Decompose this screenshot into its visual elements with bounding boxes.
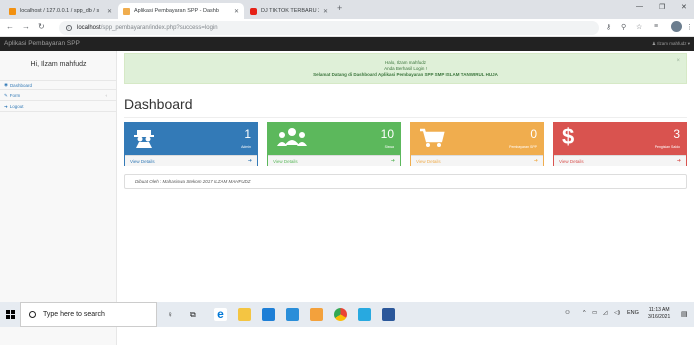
maximize-icon[interactable]: ❐ (659, 3, 665, 11)
clock[interactable]: 11:13 AM 3/16/2021 (648, 307, 670, 321)
chevron-up-icon[interactable]: ^ (583, 310, 586, 316)
task-view-icon[interactable]: ⧉ (190, 310, 196, 320)
windows-icon (5, 310, 15, 319)
panel-admin: 1 Admin View Details ➜ (124, 122, 258, 166)
address-bar[interactable]: i localhost /spp_pembayaran/index.php?su… (59, 21, 599, 35)
menu-icon[interactable]: ⋮ (686, 23, 693, 31)
profile-avatar[interactable] (671, 21, 682, 32)
photos-icon[interactable] (358, 308, 371, 321)
close-tab-icon[interactable]: ✕ (323, 8, 328, 15)
key-icon[interactable]: ⚷ (606, 23, 611, 31)
page-title: Dashboard (124, 96, 193, 112)
zoom-icon[interactable]: ⚲ (621, 23, 626, 31)
app-navbar: Aplikasi Pembayaran SPP ♟ Ilzam mahfudz … (0, 37, 694, 51)
close-alert-icon[interactable]: × (676, 58, 680, 64)
volume-icon[interactable]: ◁) (614, 310, 620, 316)
arrow-circle-right-icon: ➜ (247, 158, 252, 164)
file-explorer-icon[interactable] (238, 308, 251, 321)
taskbar-search[interactable]: Type here to search (20, 302, 157, 327)
sidebar: Hi, Ilzam mahfudz ◉ Dashboard ✎ Form ‹ ➜… (0, 51, 117, 345)
panel-siswa: 10 Siswa View Details ➜ (267, 122, 401, 166)
footer-note: Dibuat Oleh : Mahasiswa Stekom 2017 ILZA… (124, 174, 687, 189)
reading-list-icon[interactable]: ≡ (654, 23, 658, 30)
view-details-admin[interactable]: View Details ➜ (125, 155, 257, 166)
windows-taskbar: Type here to search ♀ ⧉ e ⚇ ^ ▭ ◿ ◁) ENG… (0, 302, 694, 327)
minimize-icon[interactable]: — (636, 3, 643, 10)
edit-icon: ✎ (4, 92, 8, 98)
notification-icon[interactable]: ▤ (681, 310, 688, 318)
reload-icon[interactable]: ↻ (38, 22, 45, 31)
close-window-icon[interactable]: ✕ (681, 3, 687, 11)
close-tab-icon[interactable]: ✕ (234, 8, 239, 15)
sidebar-item-form[interactable]: ✎ Form ‹ (0, 91, 117, 101)
star-icon[interactable]: ☆ (636, 23, 642, 31)
panel-saldo: $ 3 Pengisian Saldo View Details ➜ (553, 122, 687, 166)
app-favicon-icon (123, 7, 130, 15)
people-icon[interactable]: ⚇ (565, 310, 570, 316)
browser-tab-strip: localhost / 127.0.0.1 / spp_db / s ✕ Apl… (0, 0, 694, 19)
app-brand[interactable]: Aplikasi Pembayaran SPP (4, 40, 80, 47)
browser-toolbar: ← → ↻ i localhost /spp_pembayaran/index.… (0, 19, 694, 37)
arrow-circle-right-icon: ➜ (676, 158, 681, 164)
success-alert: Halo, Ilzam mahfudz Anda Berhasil Login … (124, 53, 687, 84)
dashboard-icon: ◉ (4, 82, 8, 87)
dollar-icon: $ (562, 124, 575, 149)
chevron-left-icon: ‹ (105, 93, 108, 98)
browser-tab-youtube[interactable]: DJ TIKTOK TERBARU 2021 - ✕ (245, 3, 333, 19)
new-tab-button[interactable]: + (337, 3, 342, 13)
start-button[interactable] (0, 302, 20, 327)
arrow-circle-right-icon: ➜ (533, 158, 538, 164)
sidebar-item-logout[interactable]: ➜ Logout (0, 102, 117, 112)
word-icon[interactable] (382, 308, 395, 321)
phpmyadmin-icon (9, 7, 16, 15)
panel-pembayaran: 0 Pembayaran SPP View Details ➜ (410, 122, 544, 166)
youtube-icon (250, 7, 257, 15)
xampp-icon[interactable] (310, 308, 323, 321)
microphone-icon[interactable]: ♀ (167, 310, 173, 319)
divider (124, 117, 687, 118)
greeting: Hi, Ilzam mahfudz (30, 61, 87, 68)
browser-tab-phpmyadmin[interactable]: localhost / 127.0.0.1 / spp_db / s ✕ (4, 3, 117, 19)
language-indicator[interactable]: ENG (627, 310, 639, 316)
arrow-circle-right-icon: ➜ (390, 158, 395, 164)
spy-icon (134, 130, 154, 148)
mail-icon[interactable] (286, 308, 299, 321)
browser-tab-spp[interactable]: Aplikasi Pembayaran SPP - Dashb ✕ (118, 3, 244, 19)
sidebar-item-dashboard[interactable]: ◉ Dashboard (0, 80, 117, 90)
edge-icon[interactable]: e (214, 308, 227, 321)
info-icon[interactable]: i (66, 25, 72, 31)
cortana-icon (29, 311, 36, 318)
close-tab-icon[interactable]: ✕ (107, 8, 112, 15)
wifi-icon[interactable]: ◿ (603, 310, 607, 316)
caret-down-icon: ▾ (686, 41, 690, 46)
chrome-icon[interactable] (334, 308, 347, 321)
store-icon[interactable] (262, 308, 275, 321)
view-details-siswa[interactable]: View Details ➜ (268, 155, 400, 166)
user-menu[interactable]: ♟ Ilzam mahfudz ▾ (652, 41, 690, 47)
forward-icon[interactable]: → (22, 22, 30, 31)
view-details-saldo[interactable]: View Details ➜ (554, 155, 686, 166)
cart-icon (420, 128, 445, 147)
view-details-pembayaran[interactable]: View Details ➜ (411, 155, 543, 166)
users-icon (277, 128, 307, 146)
battery-icon[interactable]: ▭ (592, 310, 597, 316)
back-icon[interactable]: ← (6, 22, 14, 31)
logout-icon: ➜ (4, 103, 8, 109)
